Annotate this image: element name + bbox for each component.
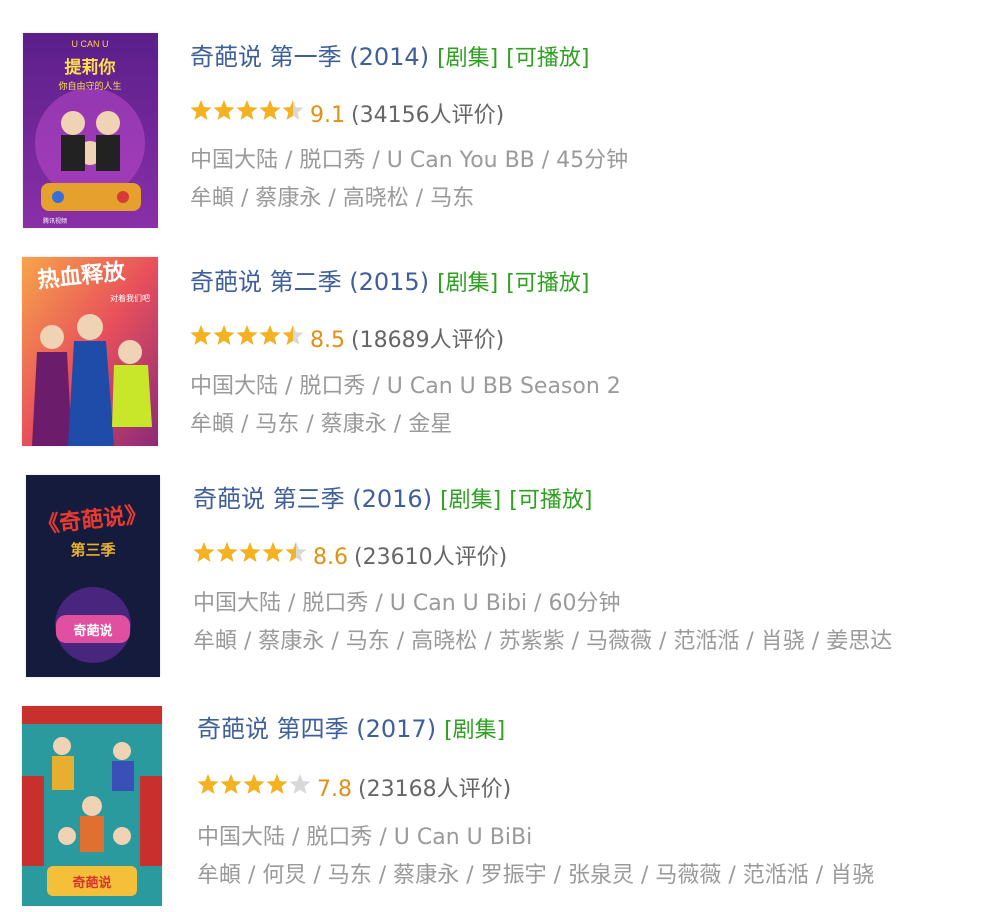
star-empty-icon	[289, 774, 311, 794]
show-cast: 牟頔 / 蔡康永 / 马东 / 高晓松 / 苏紫紫 / 马薇薇 / 范湉湉 / …	[193, 629, 893, 654]
title-row: 奇葩说 第一季 (2014) [剧集] [可播放]	[190, 42, 589, 74]
rating-score: 8.6	[313, 545, 348, 570]
poster-text: 对着我们吧	[110, 293, 150, 303]
show-poster[interactable]: 《奇葩说》 第三季 奇葩说	[26, 475, 160, 677]
tag-playable[interactable]: [可播放]	[506, 271, 589, 296]
tag-series[interactable]: [剧集]	[444, 718, 505, 743]
rating-score: 9.1	[310, 103, 345, 128]
rating-count[interactable]: (23610人评价)	[354, 545, 507, 570]
show-cast: 牟頔 / 蔡康永 / 高晓松 / 马东	[190, 186, 475, 211]
star-full-icon	[259, 100, 281, 120]
tag-playable[interactable]: [可播放]	[509, 488, 592, 513]
show-cast: 牟頔 / 何炅 / 马东 / 蔡康永 / 罗振宇 / 张泉灵 / 马薇薇 / 范…	[197, 863, 875, 888]
star-rating	[190, 99, 304, 129]
star-full-icon	[236, 100, 258, 120]
star-full-icon	[266, 774, 288, 794]
rating-row: 8.6 (23610人评价)	[193, 541, 507, 573]
star-rating	[190, 324, 304, 354]
rating-count[interactable]: (34156人评价)	[351, 103, 504, 128]
poster-text: U CAN U	[71, 39, 108, 49]
poster-text: 腾讯视频	[43, 217, 67, 225]
tag-series[interactable]: [剧集]	[437, 46, 498, 71]
show-info: 中国大陆 / 脱口秀 / U Can U Bibi / 60分钟	[193, 591, 621, 616]
star-full-icon	[193, 542, 215, 562]
stars-graphic	[197, 774, 311, 794]
rating-row: 7.8 (23168人评价)	[197, 773, 511, 805]
rating-count[interactable]: (23168人评价)	[358, 777, 511, 802]
star-full-icon	[190, 100, 212, 120]
rating-score: 8.5	[310, 328, 345, 353]
title-row: 奇葩说 第三季 (2016) [剧集] [可播放]	[193, 484, 592, 516]
star-full-icon	[239, 542, 261, 562]
stars-graphic	[190, 325, 304, 345]
poster-text: 奇葩说	[72, 875, 111, 891]
star-full-icon	[216, 542, 238, 562]
show-cast: 牟頔 / 马东 / 蔡康永 / 金星	[190, 412, 453, 437]
poster-text: 第三季	[70, 541, 115, 559]
star-full-icon	[197, 774, 219, 794]
star-full-icon	[220, 774, 242, 794]
star-full-icon	[262, 542, 284, 562]
poster-text: 你自由守的人生	[58, 80, 121, 92]
rating-row: 9.1 (34156人评价)	[190, 99, 504, 131]
rating-count[interactable]: (18689人评价)	[351, 328, 504, 353]
rating-score: 7.8	[317, 777, 352, 802]
show-title[interactable]: 奇葩说 第四季 (2017)	[197, 715, 436, 743]
star-full-icon	[213, 325, 235, 345]
tag-series[interactable]: [剧集]	[437, 271, 498, 296]
tag-series[interactable]: [剧集]	[440, 488, 501, 513]
show-poster[interactable]: U CAN U 提莉你 你自由守的人生 腾讯视频	[23, 33, 158, 228]
title-row: 奇葩说 第二季 (2015) [剧集] [可播放]	[190, 267, 589, 299]
stars-graphic	[190, 100, 304, 120]
tag-playable[interactable]: [可播放]	[506, 46, 589, 71]
show-info: 中国大陆 / 脱口秀 / U Can You BB / 45分钟	[190, 148, 629, 173]
show-title[interactable]: 奇葩说 第三季 (2016)	[193, 485, 432, 513]
show-poster[interactable]: 奇葩说	[22, 706, 162, 906]
show-info: 中国大陆 / 脱口秀 / U Can U BiBi	[197, 825, 533, 850]
rating-row: 8.5 (18689人评价)	[190, 324, 504, 356]
title-row: 奇葩说 第四季 (2017) [剧集]	[197, 714, 505, 746]
star-full-icon	[259, 325, 281, 345]
show-title[interactable]: 奇葩说 第二季 (2015)	[190, 268, 429, 296]
star-full-icon	[236, 325, 258, 345]
show-poster[interactable]: 热血释放 对着我们吧	[22, 257, 158, 446]
show-info: 中国大陆 / 脱口秀 / U Can U BB Season 2	[190, 374, 621, 399]
show-title[interactable]: 奇葩说 第一季 (2014)	[190, 43, 429, 71]
star-full-icon	[243, 774, 265, 794]
star-rating	[197, 773, 311, 803]
star-full-icon	[213, 100, 235, 120]
star-rating	[193, 541, 307, 571]
star-full-icon	[190, 325, 212, 345]
poster-text: 奇葩说	[73, 623, 112, 639]
stars-graphic	[193, 542, 307, 562]
poster-text: 提莉你	[65, 57, 116, 78]
